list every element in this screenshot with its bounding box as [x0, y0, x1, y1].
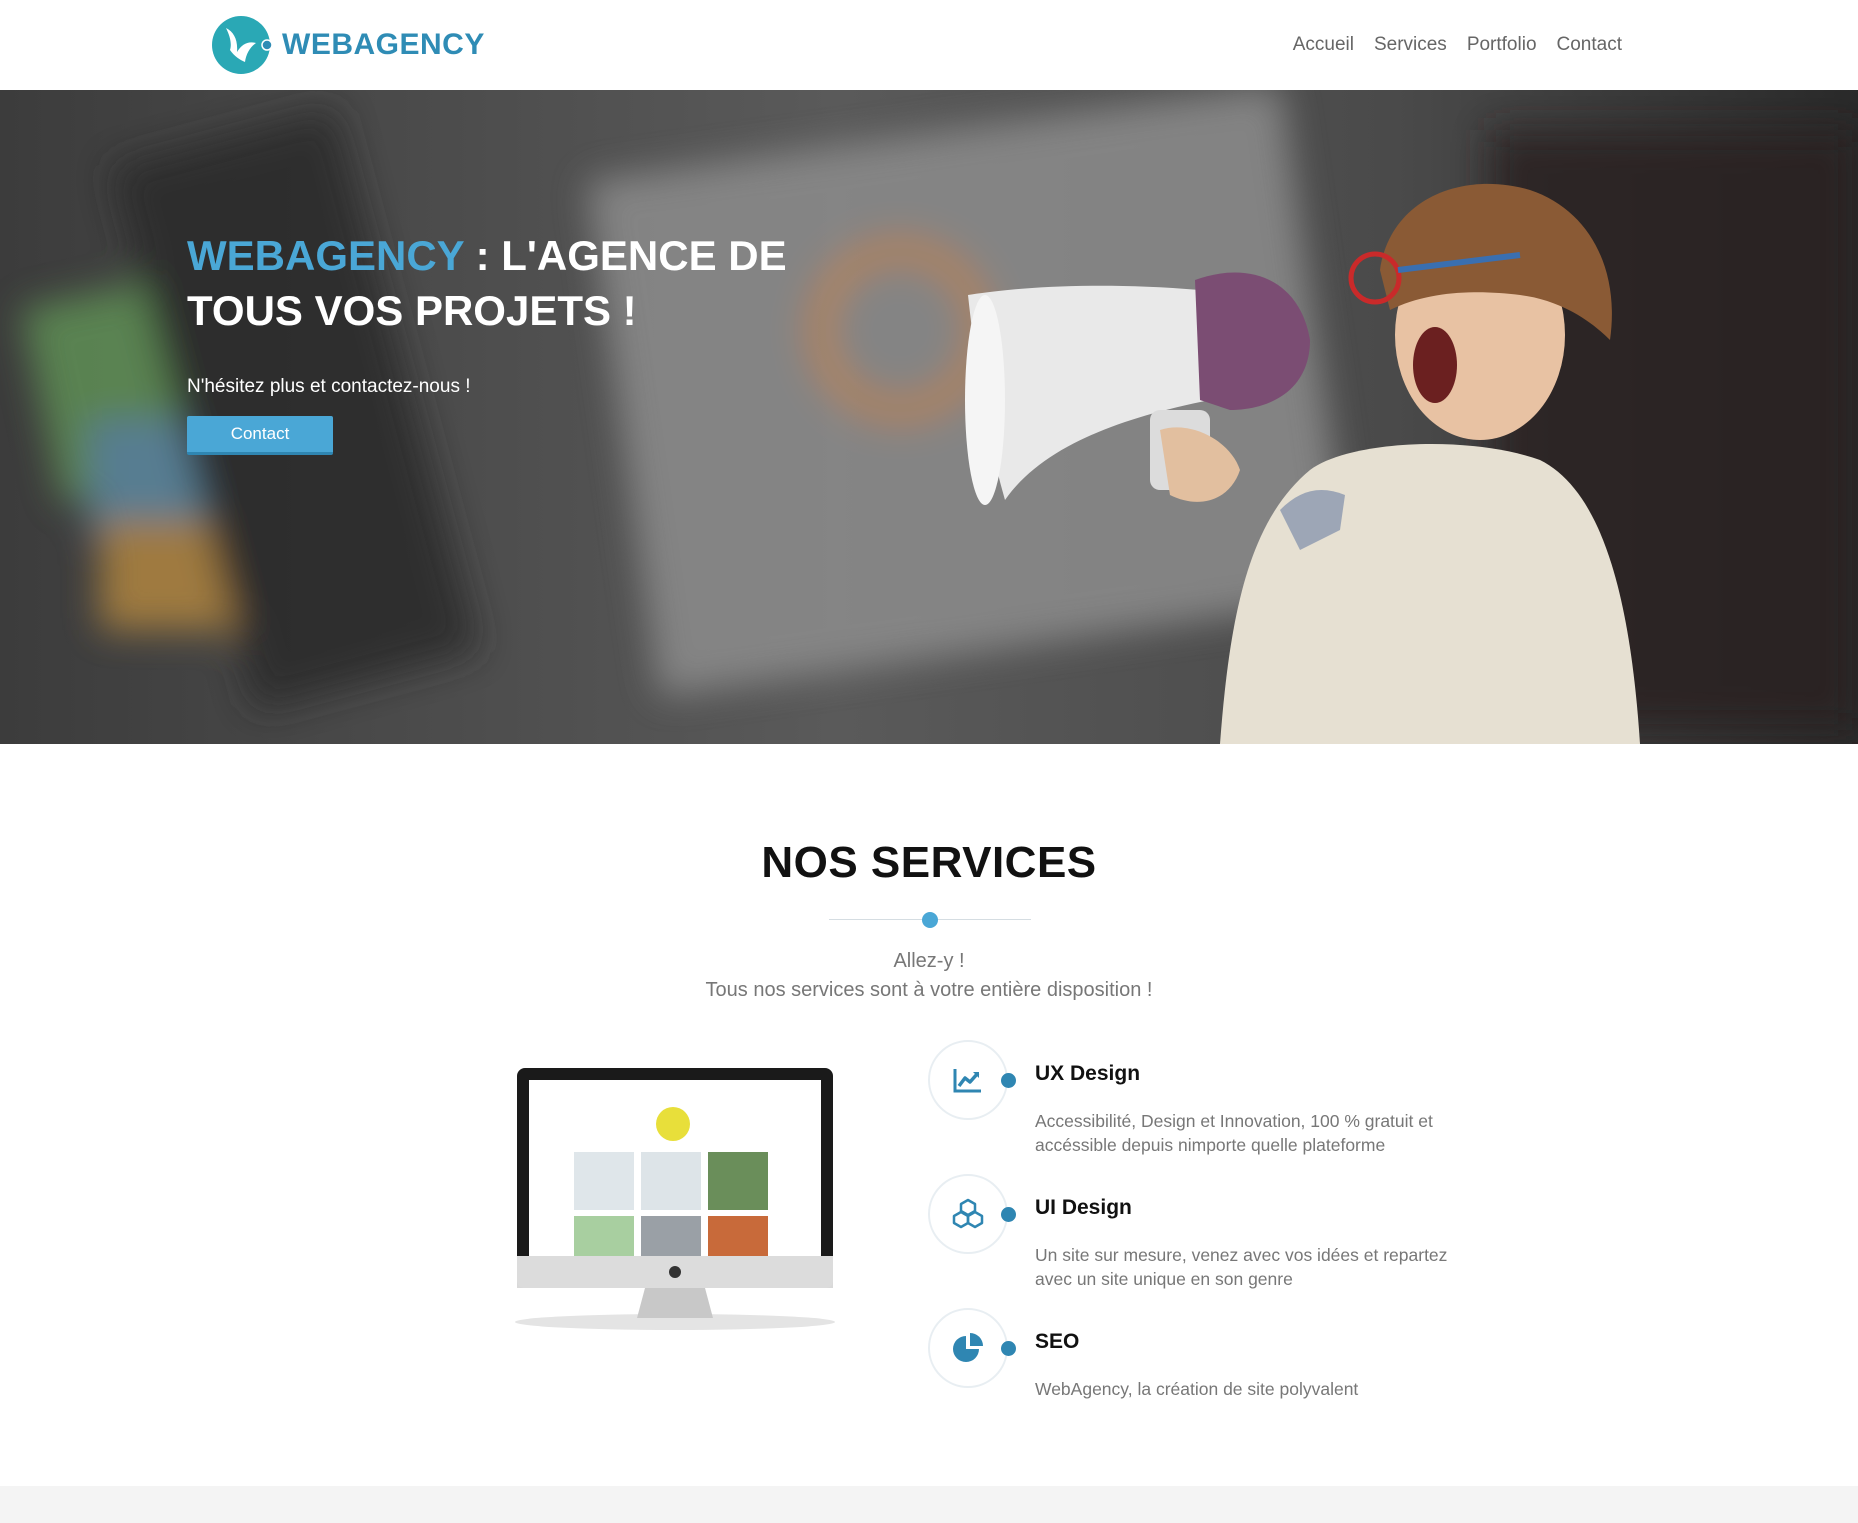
- service-name: SEO: [1035, 1330, 1080, 1353]
- nav-link-portfolio[interactable]: Portfolio: [1467, 34, 1537, 56]
- services-list: UX Design Accessibilité, Design et Innov…: [928, 1040, 1447, 1408]
- services-title: NOS SERVICES: [761, 838, 1097, 887]
- service-description: Accessibilité, Design et Innovation, 100…: [1035, 1111, 1433, 1155]
- section-divider: [829, 911, 1031, 929]
- divider-dot: [922, 912, 938, 928]
- service-dot: [1001, 1073, 1016, 1088]
- hero-banner: WEBAGENCY : L'AGENCE DE TOUS VOS PROJETS…: [0, 90, 1858, 744]
- chart-line-icon: [953, 1069, 981, 1093]
- nav-link-accueil[interactable]: Accueil: [1293, 34, 1354, 56]
- service-item-ux-design: UX Design Accessibilité, Design et Innov…: [928, 1040, 1433, 1174]
- service-dot: [1001, 1207, 1016, 1222]
- service-icon-circle: [928, 1040, 1008, 1120]
- service-name: UX Design: [1035, 1062, 1141, 1085]
- nav-link-services[interactable]: Services: [1374, 34, 1447, 56]
- hero-content: WEBAGENCY : L'AGENCE DE TOUS VOS PROJETS…: [187, 228, 907, 455]
- logo[interactable]: WEBAGENCY: [212, 14, 485, 76]
- contact-button[interactable]: Contact: [187, 416, 333, 455]
- services-intro: Allez-y ! Tous nos services sont à votre…: [0, 947, 1858, 1005]
- services-section: NOS SERVICES Allez-y ! Tous nos services…: [0, 744, 1858, 1486]
- nav-link-contact[interactable]: Contact: [1557, 34, 1622, 56]
- hero-title: WEBAGENCY : L'AGENCE DE TOUS VOS PROJETS…: [187, 228, 907, 338]
- imac-mockup-image: [515, 1068, 835, 1330]
- navbar: WEBAGENCY Accueil Services Portfolio Con…: [0, 0, 1858, 90]
- service-dot: [1001, 1341, 1016, 1356]
- cubes-icon: [952, 1198, 984, 1229]
- hero-subtitle: N'hésitez plus et contactez-nous !: [187, 376, 471, 397]
- footer-strip: [0, 1486, 1858, 1523]
- main-nav: Accueil Services Portfolio Contact: [1293, 34, 1622, 56]
- service-description: Un site sur mesure, venez avec vos idées…: [1035, 1245, 1448, 1289]
- service-description: WebAgency, la création de site polyvalen…: [1035, 1379, 1359, 1399]
- services-intro-line2: Tous nos services sont à votre entière d…: [705, 979, 1153, 1001]
- logo-text: WEBAGENCY: [282, 28, 485, 61]
- pie-chart-icon: [953, 1333, 983, 1362]
- service-item-seo: SEO WebAgency, la création de site polyv…: [928, 1308, 1428, 1408]
- service-icon-circle: [928, 1174, 1008, 1254]
- service-item-ui-design: UI Design Un site sur mesure, venez avec…: [928, 1174, 1447, 1308]
- service-name: UI Design: [1035, 1196, 1132, 1219]
- hero-title-brand: WEBAGENCY: [187, 232, 464, 279]
- logo-icon: [212, 16, 273, 74]
- service-icon-circle: [928, 1308, 1008, 1388]
- services-intro-line1: Allez-y !: [893, 950, 965, 972]
